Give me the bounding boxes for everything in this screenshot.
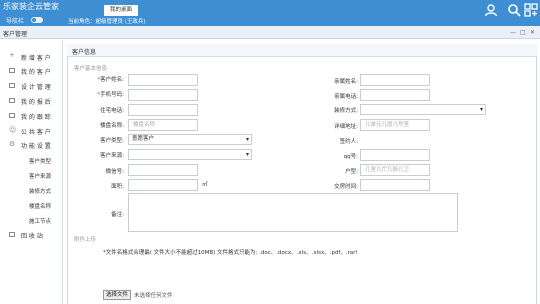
nav-toggle[interactable]	[31, 17, 43, 23]
customer-name-input[interactable]	[128, 74, 198, 86]
maximize-icon[interactable]: □	[520, 29, 526, 36]
spouse-phone-input[interactable]	[360, 89, 430, 101]
delivery-label: 交房时间:	[334, 184, 358, 190]
spouse-name-label: 亲属姓名:	[334, 79, 358, 85]
app-title: 乐家装企云管家	[3, 2, 59, 11]
choose-file-button[interactable]: 选择文件	[103, 290, 132, 300]
panel-header	[67, 44, 537, 57]
customer-type-select[interactable]: 意愿客户	[128, 134, 252, 145]
estate-input[interactable]: 楼盘名称	[128, 119, 198, 131]
tab-my-desktop[interactable]: 我的桌面	[104, 5, 138, 16]
customer-source-label: 客户来源:	[100, 153, 124, 159]
user-icon[interactable]	[484, 3, 498, 17]
recycle-icon	[9, 232, 15, 237]
mobile-label: *手机号码:	[97, 92, 124, 98]
sidebar-item-public-customers[interactable]: 公 共 客 户	[21, 127, 51, 136]
close-icon[interactable]: ✕	[530, 29, 535, 36]
sidebar-item-settings[interactable]: 功 能 设 置	[21, 141, 51, 150]
list-icon	[9, 83, 15, 88]
house-type-input[interactable]: 几室几厅几厨几卫	[360, 164, 430, 176]
sidebar-item-new-customer[interactable]: 新 增 客 户	[21, 53, 51, 62]
delivery-input[interactable]	[360, 179, 430, 191]
section-basic-info: 客户基本信息	[74, 66, 108, 72]
qq-label: qq号:	[343, 154, 358, 160]
remark-label: 备注:	[111, 212, 124, 218]
sidebar-item-design[interactable]: 设 计 管 理	[21, 82, 51, 91]
minimize-icon[interactable]: —	[510, 29, 516, 36]
qq-input[interactable]	[360, 149, 430, 161]
current-role-text: 当前角色：超级管理员 (王政兵)	[68, 19, 146, 25]
gear-icon: ⚙	[9, 140, 16, 148]
wechat-input[interactable]	[128, 164, 198, 176]
address-input[interactable]: 几单元几层几号室	[360, 119, 430, 131]
window-title: 客户管理	[3, 31, 28, 38]
sidebar-item-recycle-bin[interactable]: 回 收 站	[21, 231, 43, 240]
reno-type-label: 装修方式:	[334, 108, 358, 114]
nav-label: 导航栏	[6, 18, 25, 25]
house-type-label: 户型:	[345, 169, 358, 175]
customer-type-label: 客户类型:	[100, 138, 124, 144]
sidebar-sub-construction-node[interactable]: 施工节点	[29, 217, 51, 225]
remark-textarea[interactable]	[128, 193, 458, 232]
sidebar-sub-customer-source[interactable]: 客户来源	[29, 172, 51, 180]
wechat-label: 微信号:	[105, 169, 124, 175]
spouse-name-input[interactable]	[360, 74, 430, 86]
search-icon[interactable]	[507, 3, 521, 17]
home-phone-input[interactable]	[128, 104, 198, 116]
reno-type-select[interactable]	[360, 104, 486, 115]
area-label: 面积:	[111, 184, 124, 190]
sidebar-item-my-tracking[interactable]: 我 的 跟 踪	[21, 112, 51, 121]
estate-label: 楼盘名称:	[100, 123, 124, 129]
list-icon	[9, 113, 15, 118]
panel-title: 客户信息	[72, 49, 97, 56]
sidebar-sub-reno-type[interactable]: 装修方式	[29, 187, 51, 195]
customer-source-select[interactable]	[128, 149, 252, 160]
sidebar-sub-customer-type[interactable]: 客户类型	[29, 157, 51, 165]
apps-grid-icon[interactable]	[524, 3, 538, 17]
area-input[interactable]	[128, 179, 198, 191]
signer-label: 签约人:	[339, 139, 358, 145]
spouse-phone-label: 亲属电话:	[334, 94, 358, 100]
mobile-input[interactable]	[128, 89, 198, 101]
list-icon	[9, 98, 15, 103]
plus-icon: +	[9, 51, 15, 59]
sidebar-sub-estate[interactable]: 楼盘名称	[29, 202, 51, 210]
area-unit: ㎡	[202, 182, 208, 188]
customer-name-label: *客户姓名:	[97, 77, 124, 83]
upload-hint: *文件名格式合理最( 文件大小不能超过10MB) 文件格式只能为: .doc、.…	[103, 250, 358, 256]
no-file-text: 未选择任何文件	[134, 293, 173, 299]
user-small-icon: ☺	[9, 126, 17, 134]
section-attachments: 附件上传	[74, 237, 97, 243]
list-icon	[9, 68, 15, 73]
window-bar	[0, 26, 540, 39]
sidebar-item-my-reports[interactable]: 我 的 报 后	[21, 97, 51, 106]
address-label: 详细地址:	[334, 124, 358, 130]
home-phone-label: 住宅电话:	[100, 108, 124, 114]
sidebar-item-my-customers[interactable]: 我 的 客 户	[21, 67, 51, 76]
